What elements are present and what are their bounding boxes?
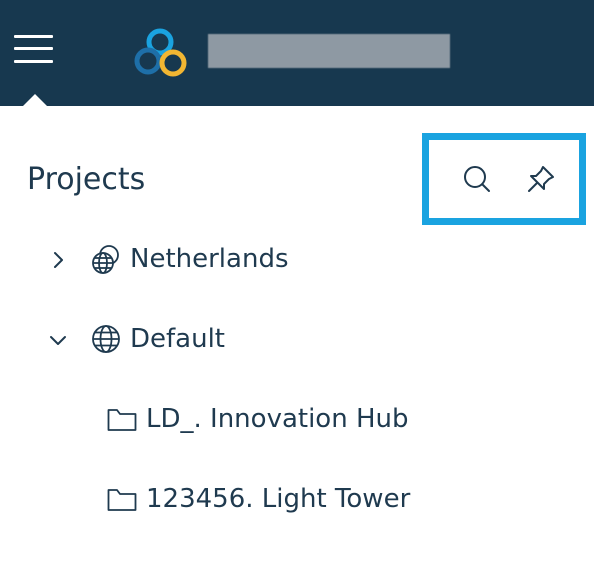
globe-icon xyxy=(90,323,122,355)
tree-item-label: 123456. Light Tower xyxy=(146,484,411,514)
folder-icon xyxy=(106,403,138,435)
app-title-redacted xyxy=(208,34,450,68)
tree-item-innovation-hub[interactable]: LD_. Innovation Hub xyxy=(106,399,409,439)
hamburger-menu-icon[interactable] xyxy=(14,33,54,65)
tree-item-label: LD_. Innovation Hub xyxy=(146,404,409,434)
search-icon[interactable] xyxy=(460,162,494,196)
brand-logo-icon[interactable] xyxy=(131,23,193,81)
tree-item-label: Default xyxy=(130,324,225,354)
menu-pointer xyxy=(23,94,47,106)
tree-item-netherlands[interactable]: Netherlands xyxy=(90,239,289,279)
chevron-right-icon[interactable] xyxy=(47,249,69,271)
tool-highlight-box xyxy=(422,133,586,225)
globe-stack-icon xyxy=(90,243,122,275)
chevron-down-icon[interactable] xyxy=(47,329,69,351)
tree-item-light-tower[interactable]: 123456. Light Tower xyxy=(106,479,410,519)
folder-icon xyxy=(106,483,138,515)
top-bar xyxy=(0,0,594,106)
panel-title: Projects xyxy=(27,162,146,197)
tree-item-label: Netherlands xyxy=(130,244,289,274)
tree-item-default[interactable]: Default xyxy=(90,319,225,359)
pin-icon[interactable] xyxy=(524,162,558,196)
